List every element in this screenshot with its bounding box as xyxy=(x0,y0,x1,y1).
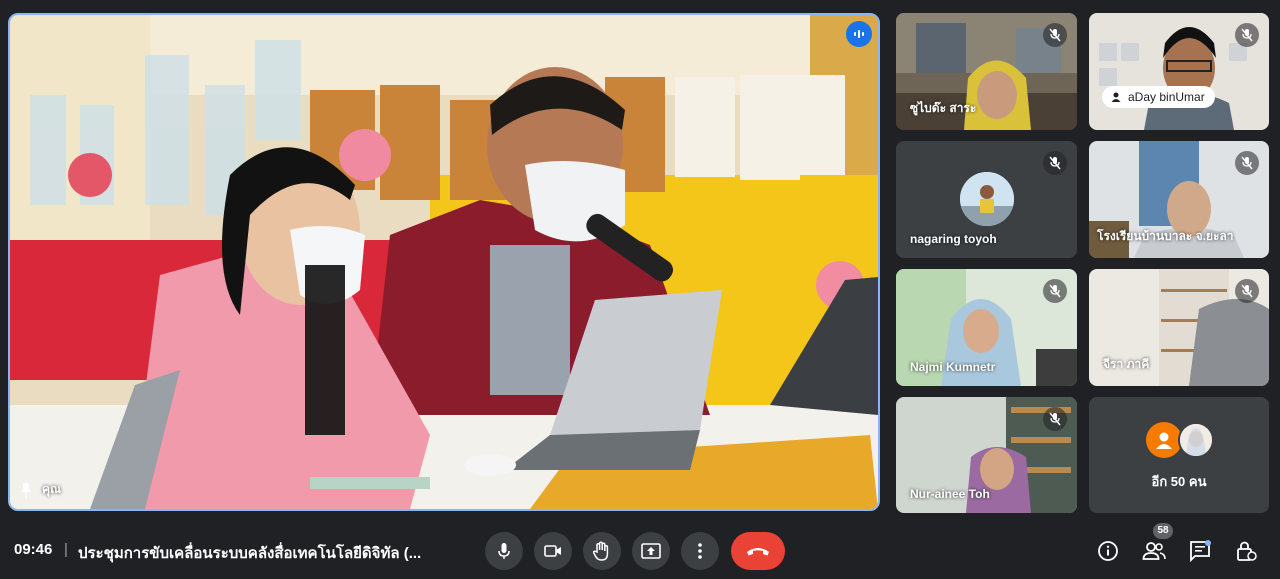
participant-name: nagaring toyoh xyxy=(910,232,997,246)
mic-off-icon xyxy=(1043,23,1067,47)
participant-tile-2[interactable] xyxy=(1089,13,1269,130)
participant-tile-1[interactable]: ซูไบด๊ะ สาระ xyxy=(896,13,1077,130)
avatar xyxy=(1178,422,1214,458)
main-video-tile[interactable]: คุณ xyxy=(8,13,880,511)
raise-hand-button[interactable] xyxy=(583,532,621,570)
present-button[interactable] xyxy=(632,532,670,570)
participant-count-badge: 58 xyxy=(1153,523,1173,539)
meeting-details-button[interactable] xyxy=(1095,538,1121,564)
participant-name: ซูไบด๊ะ สาระ xyxy=(910,101,977,115)
participant-tile-4[interactable]: โรงเรียนบ้านบาละ จ.ยะลา xyxy=(1089,141,1269,258)
host-controls-button[interactable] xyxy=(1233,538,1259,564)
main-tile-name: คุณ xyxy=(20,480,61,499)
mic-off-icon xyxy=(1235,151,1259,175)
conference-video xyxy=(10,15,878,509)
participant-name-chip: aDay binUmar xyxy=(1102,86,1215,108)
end-call-icon xyxy=(747,548,769,556)
host-controls-icon xyxy=(1237,541,1257,561)
participant-tile-6[interactable]: จีรา ภาคี xyxy=(1089,269,1269,386)
people-icon xyxy=(1142,542,1166,560)
participant-tile-7[interactable]: Nur-ainee Toh xyxy=(896,397,1077,513)
more-options-button[interactable] xyxy=(681,532,719,570)
avatar xyxy=(960,172,1014,226)
separator: | xyxy=(64,541,68,558)
mic-off-icon xyxy=(1043,151,1067,175)
participant-name: จีรา ภาคี xyxy=(1103,357,1150,371)
end-call-button[interactable] xyxy=(731,532,785,570)
mic-off-icon xyxy=(1043,279,1067,303)
bottom-control-bar: 09:46 | ประชุมการขับเคลื่อนระบบคลังสื่อเ… xyxy=(0,511,1280,579)
chat-icon xyxy=(1190,540,1211,562)
mic-button[interactable] xyxy=(485,532,523,570)
participant-name: Nur-ainee Toh xyxy=(910,487,990,501)
main-tile-label: คุณ xyxy=(42,482,62,496)
clock: 09:46 xyxy=(14,541,53,558)
camera-icon xyxy=(544,545,561,557)
others-count-label: อีก 50 คน xyxy=(1151,474,1207,489)
meeting-title: ประชุมการขับเคลื่อนระบบคลังสื่อเทคโนโลยี… xyxy=(78,545,422,562)
others-tile[interactable]: อีก 50 คน xyxy=(1089,397,1269,513)
user-icon xyxy=(1111,92,1121,102)
participant-name: Najmi Kumnetr xyxy=(910,360,996,374)
participant-tile-3[interactable]: nagaring toyoh xyxy=(896,141,1077,258)
more-icon xyxy=(698,543,702,559)
mic-off-icon xyxy=(1235,23,1259,47)
pin-icon[interactable] xyxy=(20,482,32,498)
participant-name: โรงเรียนบ้านบาละ จ.ยะลา xyxy=(1097,229,1234,243)
chat-button[interactable] xyxy=(1187,538,1213,564)
mic-icon xyxy=(498,543,510,559)
speaking-icon xyxy=(846,21,872,47)
present-icon xyxy=(641,543,661,559)
info-icon xyxy=(1098,541,1118,561)
people-button[interactable] xyxy=(1141,538,1167,564)
camera-button[interactable] xyxy=(534,532,572,570)
raise-hand-icon xyxy=(593,541,609,561)
mic-off-icon xyxy=(1235,279,1259,303)
participant-tile-5[interactable]: Najmi Kumnetr xyxy=(896,269,1077,386)
avatar xyxy=(1146,422,1182,458)
mic-off-icon xyxy=(1043,407,1067,431)
